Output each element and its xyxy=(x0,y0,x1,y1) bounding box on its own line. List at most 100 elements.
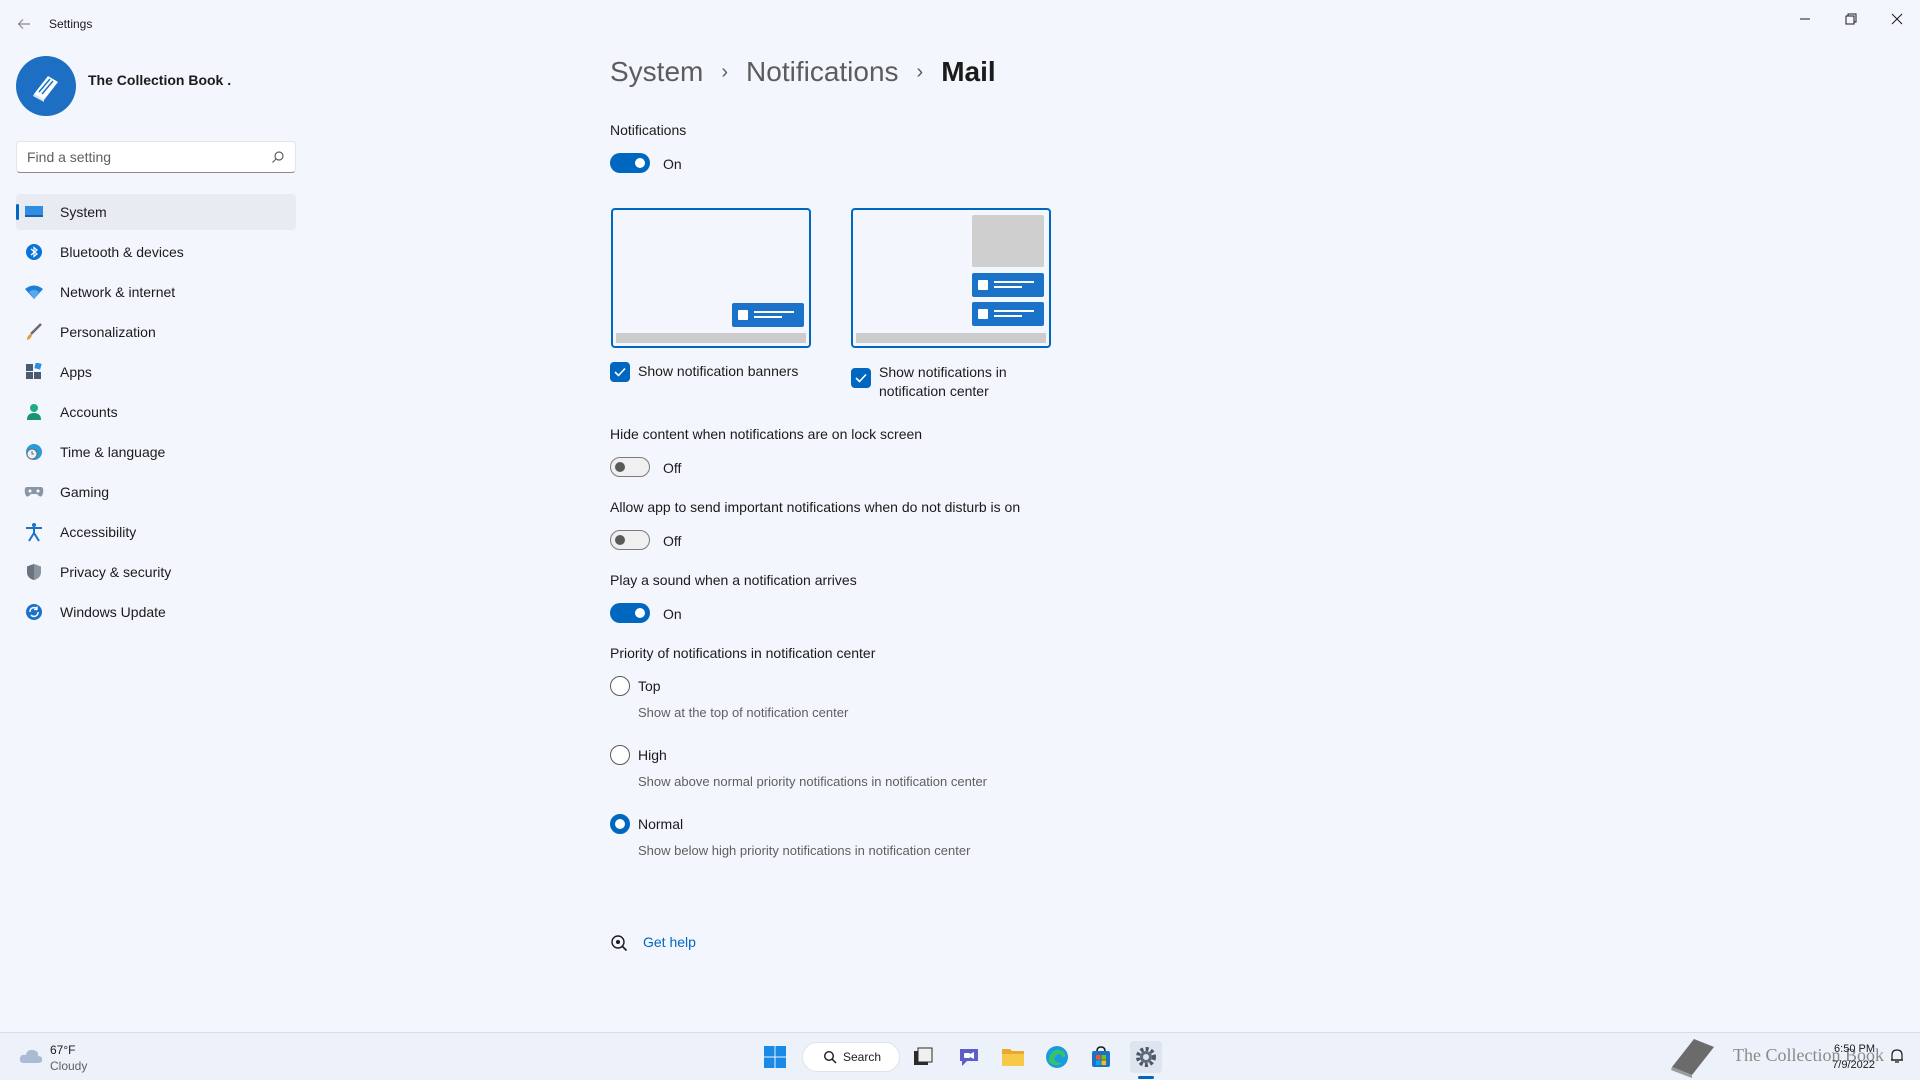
taskbar-preview xyxy=(616,333,806,343)
sidebar-item-label: Personalization xyxy=(60,324,156,340)
sidebar-item-windows-update[interactable]: Windows Update xyxy=(16,594,296,630)
app-title: Settings xyxy=(49,17,93,31)
priority-label: Priority of notifications in notificatio… xyxy=(610,645,876,661)
folder-icon xyxy=(1002,1049,1024,1066)
breadcrumb-system[interactable]: System xyxy=(610,56,703,88)
weather-temperature[interactable]: 67°F xyxy=(50,1043,75,1057)
show-in-center-checkbox[interactable] xyxy=(851,368,871,388)
sidebar-item-network[interactable]: Network & internet xyxy=(16,274,296,310)
taskbar: 67°F Cloudy Search The Collection Book 6… xyxy=(0,1032,1920,1080)
edge-browser-icon xyxy=(1046,1046,1068,1068)
search-icon xyxy=(823,1050,837,1064)
sidebar-item-label: Bluetooth & devices xyxy=(60,244,184,260)
avatar[interactable] xyxy=(16,56,76,116)
show-banners-checkbox[interactable] xyxy=(610,362,630,382)
sidebar-item-label: Accounts xyxy=(60,404,118,420)
priority-high-radio[interactable] xyxy=(610,745,630,765)
play-sound-label: Play a sound when a notification arrives xyxy=(610,572,857,588)
checkmark-icon xyxy=(855,373,867,383)
sidebar-item-label: Time & language xyxy=(60,444,166,460)
sidebar-nav: System Bluetooth & devices Network & int… xyxy=(16,194,296,634)
brush-icon xyxy=(24,322,44,342)
active-app-indicator xyxy=(1138,1076,1154,1079)
play-sound-state: On xyxy=(663,606,682,622)
sidebar-item-label: Privacy & security xyxy=(60,564,172,580)
search-icon xyxy=(272,151,284,163)
notifications-toggle[interactable] xyxy=(610,153,650,173)
edge-button[interactable] xyxy=(1041,1041,1073,1073)
sidebar-item-accounts[interactable]: Accounts xyxy=(16,394,296,430)
globe-clock-icon xyxy=(24,442,44,462)
gamepad-icon xyxy=(24,482,44,502)
toast-preview xyxy=(972,302,1044,326)
search-input[interactable] xyxy=(17,142,257,172)
get-help-link[interactable]: Get help xyxy=(643,934,696,950)
taskbar-search-button[interactable]: Search xyxy=(802,1042,900,1072)
priority-normal-label: Normal xyxy=(638,816,684,832)
store-button[interactable] xyxy=(1085,1041,1117,1073)
show-banners-label: Show notification banners xyxy=(638,363,799,379)
shield-icon xyxy=(24,562,44,582)
chat-button[interactable] xyxy=(953,1041,985,1073)
sidebar-item-apps[interactable]: Apps xyxy=(16,354,296,390)
sidebar-item-label: Windows Update xyxy=(60,604,166,620)
breadcrumb: System › Notifications › Mail xyxy=(610,56,996,88)
checkmark-icon xyxy=(614,367,626,377)
sidebar-item-label: Accessibility xyxy=(60,524,137,540)
hide-content-toggle[interactable] xyxy=(610,457,650,477)
notifications-label: Notifications xyxy=(610,122,687,138)
file-explorer-button[interactable] xyxy=(997,1041,1029,1073)
priority-top-radio[interactable] xyxy=(610,676,630,696)
apps-icon xyxy=(24,362,44,382)
toggle-knob xyxy=(635,608,645,618)
sidebar-item-accessibility[interactable]: Accessibility xyxy=(16,514,296,550)
breadcrumb-separator: › xyxy=(916,60,924,83)
breadcrumb-separator: › xyxy=(721,60,729,83)
show-in-center-label-line2: notification center xyxy=(879,383,989,399)
task-view-button[interactable] xyxy=(907,1041,939,1073)
minimize-button[interactable] xyxy=(1782,4,1828,34)
play-sound-toggle[interactable] xyxy=(610,603,650,623)
toggle-knob xyxy=(615,535,625,545)
show-in-center-label-line1: Show notifications in xyxy=(879,364,1007,380)
sidebar-item-bluetooth[interactable]: Bluetooth & devices xyxy=(16,234,296,270)
search-box[interactable] xyxy=(16,141,296,173)
page-title: Mail xyxy=(941,56,996,87)
sidebar-item-personalization[interactable]: Personalization xyxy=(16,314,296,350)
title-bar: Settings xyxy=(0,0,1920,46)
accessibility-icon xyxy=(24,522,44,542)
sidebar-item-label: System xyxy=(60,204,107,220)
sidebar-item-privacy[interactable]: Privacy & security xyxy=(16,554,296,590)
breadcrumb-notifications[interactable]: Notifications xyxy=(746,56,899,88)
priority-top-description: Show at the top of notification center xyxy=(638,705,849,720)
bluetooth-icon xyxy=(24,242,44,262)
close-button[interactable] xyxy=(1874,4,1920,34)
start-button[interactable] xyxy=(759,1041,791,1073)
book-icon xyxy=(33,76,58,102)
restore-button[interactable] xyxy=(1828,4,1874,34)
clock-date[interactable]: 7/9/2022 xyxy=(1832,1059,1875,1071)
priority-normal-radio[interactable] xyxy=(610,814,630,834)
taskbar-preview xyxy=(856,333,1046,343)
banner-preview xyxy=(611,208,811,348)
task-view-icon xyxy=(914,1047,933,1065)
hide-content-state: Off xyxy=(663,460,682,476)
chat-icon xyxy=(960,1049,978,1066)
allow-important-label: Allow app to send important notification… xyxy=(610,499,1021,515)
sidebar-item-system[interactable]: System xyxy=(16,194,296,230)
toast-preview xyxy=(732,303,804,327)
settings-taskbar-button[interactable] xyxy=(1130,1041,1162,1073)
clock-time[interactable]: 6:50 PM xyxy=(1834,1043,1875,1055)
notification-center-preview xyxy=(851,208,1051,348)
notification-bell-icon[interactable] xyxy=(1888,1047,1906,1065)
back-arrow-icon[interactable] xyxy=(12,12,36,36)
cloudy-weather-icon[interactable] xyxy=(18,1043,44,1069)
store-icon xyxy=(1092,1046,1110,1067)
priority-high-label: High xyxy=(638,747,667,763)
sidebar-item-gaming[interactable]: Gaming xyxy=(16,474,296,510)
gear-icon xyxy=(1136,1047,1156,1067)
windows-logo-icon xyxy=(764,1046,786,1068)
weather-description[interactable]: Cloudy xyxy=(50,1059,87,1073)
sidebar-item-time-language[interactable]: Time & language xyxy=(16,434,296,470)
allow-important-toggle[interactable] xyxy=(610,530,650,550)
